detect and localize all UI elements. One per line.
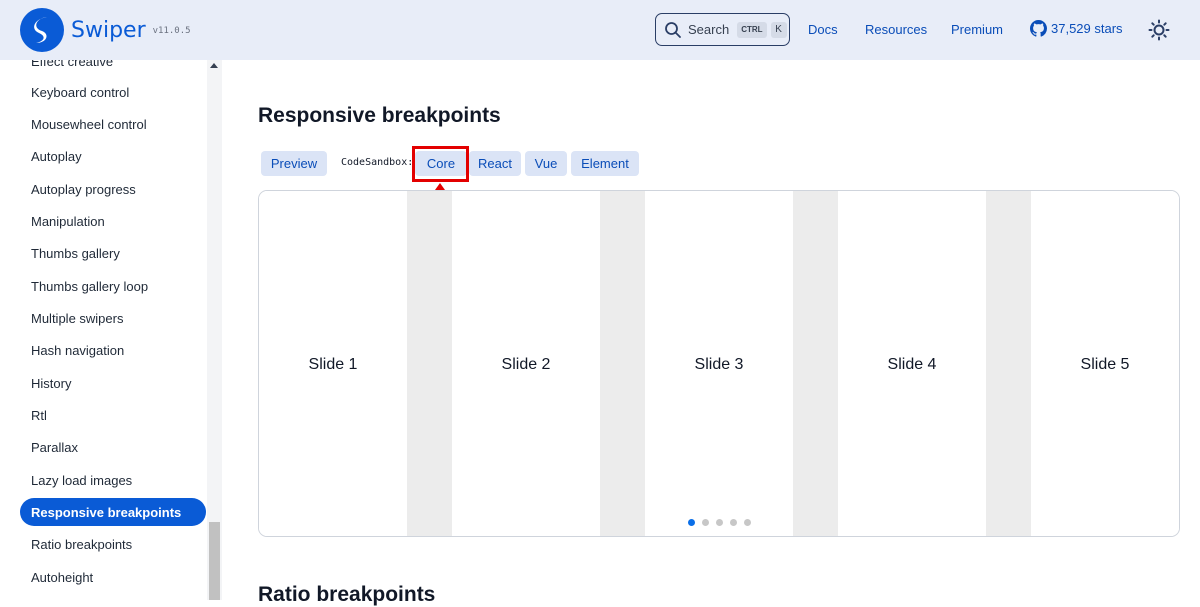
sidebar-item-parallax[interactable]: Parallax [20, 433, 206, 461]
scrollbar-thumb[interactable] [209, 522, 220, 600]
slide-gap [793, 191, 838, 536]
sidebar-item-mousewheel-control[interactable]: Mousewheel control [20, 110, 206, 138]
slide-gap [407, 191, 452, 536]
search-icon [665, 21, 681, 38]
pagination-bullet-active[interactable] [688, 519, 695, 526]
tab-preview[interactable]: Preview [261, 151, 327, 176]
search-button[interactable]: Search CTRL K [655, 13, 790, 46]
shortcut-ctrl-key: CTRL [737, 21, 767, 38]
sidebar-item-ratio-breakpoints[interactable]: Ratio breakpoints [20, 530, 206, 558]
slide-gap [600, 191, 645, 536]
scroll-up-arrow-icon[interactable] [210, 63, 218, 68]
section-title: Responsive breakpoints [258, 104, 501, 127]
sidebar-scrollbar[interactable] [207, 60, 222, 600]
highlight-box [412, 146, 469, 182]
slide[interactable]: Slide 4 [838, 191, 986, 536]
swiper-logo-icon [20, 8, 64, 52]
sidebar-item-thumbs-gallery[interactable]: Thumbs gallery [20, 239, 206, 267]
version-label: v11.0.5 [152, 26, 191, 36]
sidebar-item-lazy-load-images[interactable]: Lazy load images [20, 466, 206, 494]
slide[interactable]: Slide 2 [452, 191, 600, 536]
sidebar-item-effect-creative[interactable]: Effect creative [20, 60, 206, 75]
swiper-slider[interactable]: Slide 1 Slide 2 Slide 3 Slide 4 Slide 5 [258, 190, 1180, 537]
brand-logo-link[interactable]: Swiper v11.0.5 [20, 8, 191, 52]
pagination-bullet[interactable] [744, 519, 751, 526]
shortcut-k-key: K [770, 21, 787, 38]
sidebar-item-autoheight[interactable]: Autoheight [20, 563, 206, 591]
nav-resources-link[interactable]: Resources [865, 22, 927, 37]
sidebar-nav: Effect creative Keyboard control Mousewh… [0, 60, 222, 600]
sidebar-item-autoplay-progress[interactable]: Autoplay progress [20, 175, 206, 203]
github-stars-label: 37,529 stars [1051, 21, 1123, 36]
sidebar-item-autoplay[interactable]: Autoplay [20, 142, 206, 170]
top-header: Swiper v11.0.5 Search CTRL K Docs Resour… [0, 0, 1200, 60]
github-stars-link[interactable]: 37,529 stars [1030, 20, 1123, 37]
pagination-bullet[interactable] [702, 519, 709, 526]
sidebar-item-responsive-breakpoints[interactable]: Responsive breakpoints [20, 498, 206, 526]
codesandbox-label: CodeSandbox: [341, 157, 414, 168]
sidebar-item-rtl[interactable]: Rtl [20, 401, 206, 429]
codesandbox-react-button[interactable]: React [469, 151, 521, 176]
slide[interactable]: Slide 1 [259, 191, 407, 536]
search-label: Search [688, 22, 730, 37]
pagination-bullet[interactable] [716, 519, 723, 526]
slide-gap [986, 191, 1031, 536]
github-icon [1030, 20, 1047, 37]
sidebar-item-keyboard-control[interactable]: Keyboard control [20, 78, 206, 106]
sidebar-item-hash-navigation[interactable]: Hash navigation [20, 336, 206, 364]
codesandbox-element-button[interactable]: Element [571, 151, 639, 176]
slide[interactable]: Slide 3 [645, 191, 793, 536]
nav-premium-link[interactable]: Premium [951, 22, 1003, 37]
sidebar-item-manipulation[interactable]: Manipulation [20, 207, 206, 235]
slide[interactable]: Slide 5 [1031, 191, 1179, 536]
brand-name: Swiper [71, 17, 146, 43]
sidebar-item-thumbs-gallery-loop[interactable]: Thumbs gallery loop [20, 272, 206, 300]
pagination-bullet[interactable] [730, 519, 737, 526]
next-section-title: Ratio breakpoints [258, 583, 436, 606]
nav-docs-link[interactable]: Docs [808, 22, 838, 37]
sidebar-item-history[interactable]: History [20, 369, 206, 397]
sun-icon[interactable] [1148, 19, 1170, 41]
sidebar-item-multiple-swipers[interactable]: Multiple swipers [20, 304, 206, 332]
codesandbox-vue-button[interactable]: Vue [525, 151, 567, 176]
